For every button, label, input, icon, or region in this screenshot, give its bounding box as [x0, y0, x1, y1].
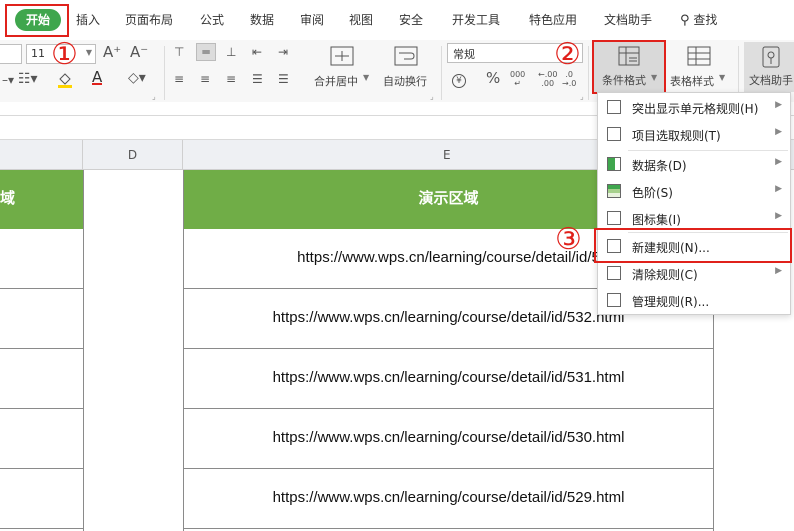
tab-data[interactable]: 数据: [250, 11, 274, 28]
menu-bar: 开始 插入 页面布局 公式 数据 审阅 视图 安全 开发工具 特色应用 文档助手…: [0, 0, 794, 40]
dialog-launcher-icon[interactable]: ⌟: [152, 92, 156, 101]
tab-review[interactable]: 审阅: [300, 11, 324, 28]
doc-helper-icon: [762, 46, 780, 72]
chevron-right-icon: ▶: [775, 266, 782, 276]
clear-rules-icon: [607, 266, 621, 280]
align-bottom-icon[interactable]: ⊥: [226, 45, 236, 59]
tab-features[interactable]: 特色应用: [529, 11, 577, 28]
thousands-button[interactable]: 000 ↵: [510, 70, 525, 88]
eraser-icon[interactable]: ◇▾: [128, 71, 146, 85]
increase-decimal-button[interactable]: ←.00.00: [538, 70, 557, 88]
table-cell[interactable]: [0, 469, 83, 529]
merge-center-icon[interactable]: [330, 46, 354, 66]
align-middle-icon[interactable]: ═: [196, 43, 216, 61]
search-tab[interactable]: ⚲ 查找: [680, 11, 717, 28]
dialog-launcher-icon[interactable]: ⌟: [430, 92, 434, 101]
annotation-step-2: ②: [554, 37, 581, 72]
menu-item-color-scales[interactable]: 色阶(S) ▶: [598, 178, 790, 205]
tab-security[interactable]: 安全: [399, 11, 423, 28]
percent-button[interactable]: %: [486, 71, 500, 86]
highlight-home-box: [5, 4, 69, 37]
color-scales-icon: [607, 184, 621, 198]
ribbon-separator: [588, 46, 589, 100]
tab-view[interactable]: 视图: [349, 11, 373, 28]
chevron-right-icon: ▶: [775, 211, 782, 221]
menu-item-manage-rules[interactable]: 管理规则(R)...: [598, 287, 790, 314]
justify-icon[interactable]: ☰: [252, 72, 263, 86]
border-icon[interactable]: ☷▾: [18, 72, 38, 86]
chevron-right-icon: ▶: [775, 157, 782, 167]
currency-icon[interactable]: ¥: [452, 72, 466, 88]
merge-center-label[interactable]: 合并居中: [314, 73, 358, 89]
distributed-icon[interactable]: ☰: [278, 72, 289, 86]
tab-doc-helper[interactable]: 文档助手: [604, 11, 652, 28]
table-cell[interactable]: [0, 229, 83, 289]
menu-item-top-bottom[interactable]: 项目选取规则(T) ▶: [598, 121, 790, 148]
highlight-new-rule-box: [594, 228, 792, 263]
table-cell[interactable]: [0, 409, 83, 469]
table-cell[interactable]: [0, 289, 83, 349]
chevron-down-icon: ▼: [85, 48, 92, 57]
font-name-box[interactable]: [0, 44, 22, 64]
column-header-d[interactable]: D: [83, 140, 183, 170]
highlight-conditional-format-box: [592, 40, 666, 94]
chevron-down-icon: ▼: [719, 73, 726, 82]
conditional-format-menu: 突出显示单元格规则(H) ▶ 项目选取规则(T) ▶ 数据条(D) ▶ 色阶(S…: [597, 92, 791, 315]
tab-page-layout[interactable]: 页面布局: [125, 11, 173, 28]
search-icon: ⚲: [680, 13, 690, 28]
font-color-icon[interactable]: A: [92, 70, 103, 85]
chevron-right-icon: ▶: [775, 184, 782, 194]
underline-icon[interactable]: –▾: [2, 73, 14, 87]
shrink-font-button[interactable]: A⁻: [130, 45, 148, 60]
tab-insert[interactable]: 插入: [76, 11, 100, 28]
align-top-icon[interactable]: ⊤: [174, 45, 184, 59]
menu-item-data-bars[interactable]: 数据条(D) ▶: [598, 151, 790, 178]
font-size-value: 11: [31, 47, 45, 60]
highlight-cells-icon: [607, 100, 621, 114]
ribbon-separator: [441, 46, 442, 100]
table-style-icon[interactable]: [687, 46, 711, 70]
annotation-step-1: ①: [51, 37, 78, 72]
align-left-icon[interactable]: ≡: [174, 72, 184, 86]
fill-color-icon[interactable]: [56, 70, 74, 88]
grow-font-button[interactable]: A⁺: [103, 45, 121, 60]
align-right-icon[interactable]: ≡: [226, 72, 236, 86]
doc-helper-label: 文档助手: [749, 74, 793, 87]
manage-rules-icon: [607, 293, 621, 307]
chevron-right-icon: ▶: [775, 127, 782, 137]
cell-border: [83, 170, 84, 531]
menu-item-highlight-cells[interactable]: 突出显示单元格规则(H) ▶: [598, 94, 790, 121]
annotation-step-3: ③: [555, 222, 582, 257]
table-style-label[interactable]: 表格样式: [670, 73, 714, 89]
table-row[interactable]: https://www.wps.cn/learning/course/detai…: [184, 469, 713, 529]
tab-formulas[interactable]: 公式: [200, 11, 224, 28]
number-format-value: 常规: [453, 48, 475, 61]
doc-helper-button[interactable]: 文档助手: [744, 42, 794, 92]
header-cell-left[interactable]: 域: [0, 170, 83, 229]
table-cell[interactable]: [0, 349, 83, 409]
top-bottom-icon: [607, 127, 621, 141]
icon-sets-icon: [607, 211, 621, 225]
indent-increase-icon[interactable]: ⇥: [278, 45, 288, 59]
chevron-right-icon: ▶: [775, 100, 782, 110]
tab-developer[interactable]: 开发工具: [452, 11, 500, 28]
indent-decrease-icon[interactable]: ⇤: [252, 45, 262, 59]
decrease-decimal-button[interactable]: .0 →.0: [562, 70, 576, 88]
menu-item-clear-rules[interactable]: 清除规则(C) ▶: [598, 260, 790, 287]
data-bars-icon: [607, 157, 621, 171]
wrap-text-label[interactable]: 自动换行: [383, 73, 427, 89]
align-center-icon[interactable]: ≡: [200, 72, 210, 86]
chevron-down-icon: ▼: [363, 73, 370, 82]
dialog-launcher-icon[interactable]: ⌟: [580, 92, 584, 101]
wrap-text-icon[interactable]: [394, 46, 418, 66]
column-header-c[interactable]: [0, 140, 83, 170]
table-row[interactable]: https://www.wps.cn/learning/course/detai…: [184, 409, 713, 469]
ribbon-separator: [164, 46, 165, 100]
table-row[interactable]: https://www.wps.cn/learning/course/detai…: [184, 349, 713, 409]
